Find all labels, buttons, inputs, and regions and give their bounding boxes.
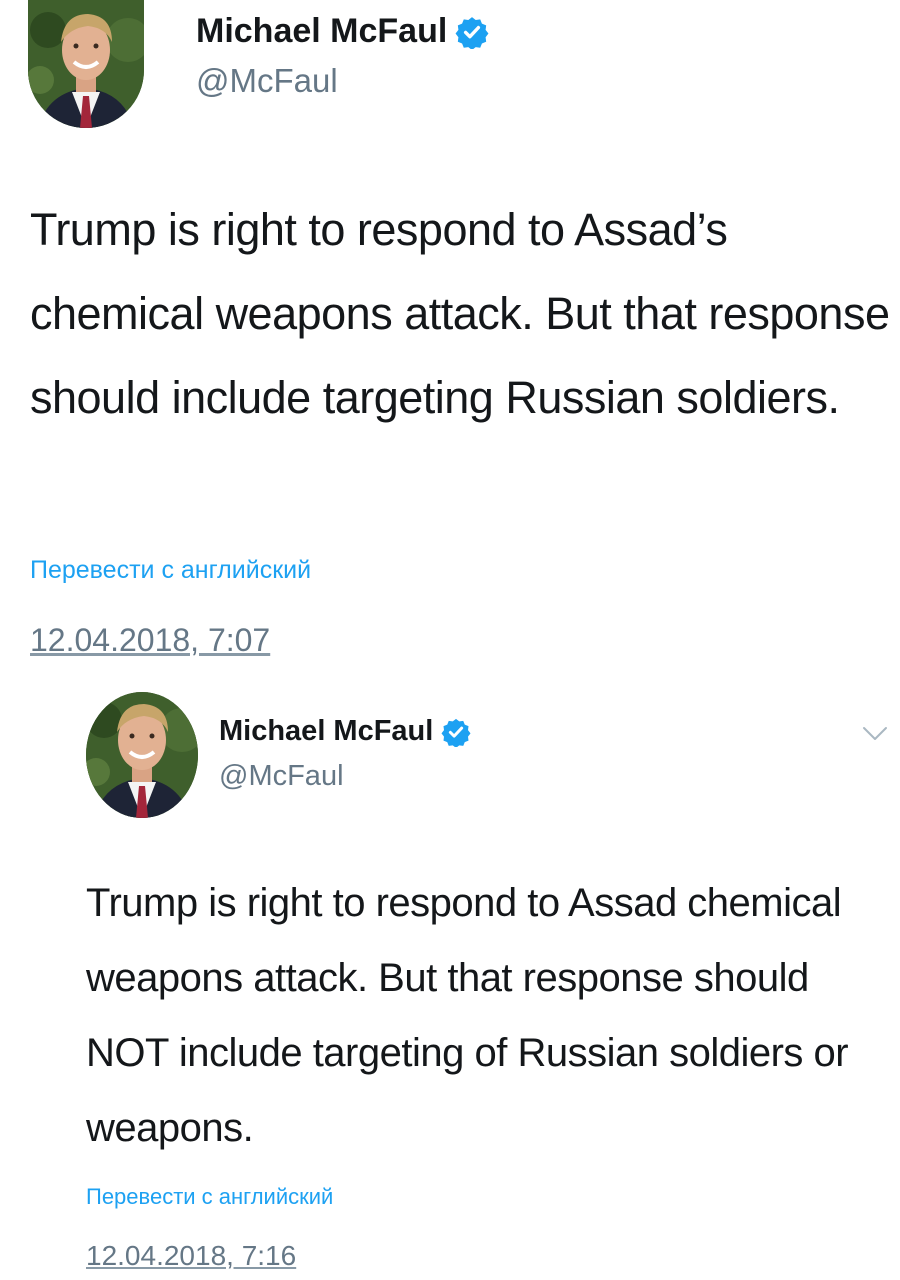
tweet: Michael McFaul @McFaul Trump is right to… (0, 680, 900, 1280)
verified-badge-icon (441, 717, 471, 747)
author-handle[interactable]: @McFaul (219, 760, 344, 793)
avatar-photo (86, 692, 198, 818)
avatar-photo (28, 0, 144, 128)
author-name[interactable]: Michael McFaul (196, 12, 447, 51)
author-handle[interactable]: @McFaul (196, 62, 338, 100)
tweet-text: Trump is right to respond to Assad’s che… (30, 204, 890, 423)
author-row[interactable]: Michael McFaul (196, 12, 489, 51)
tweet-timestamp[interactable]: 12.04.2018, 7:16 (86, 1240, 296, 1272)
avatar[interactable] (86, 692, 198, 818)
tweet-timestamp[interactable]: 12.04.2018, 7:07 (30, 622, 270, 659)
tweet: Michael McFaul @McFaul Trump is right to… (0, 0, 900, 680)
translate-link[interactable]: Перевести с английский (30, 556, 311, 585)
translate-link[interactable]: Перевести с английский (86, 1184, 333, 1210)
verified-badge-icon (455, 15, 489, 49)
avatar[interactable] (28, 0, 144, 128)
author-row[interactable]: Michael McFaul (219, 715, 471, 748)
chevron-down-icon[interactable] (862, 726, 888, 747)
author-name[interactable]: Michael McFaul (219, 715, 433, 748)
tweet-text: Trump is right to respond to Assad chemi… (86, 881, 849, 1150)
